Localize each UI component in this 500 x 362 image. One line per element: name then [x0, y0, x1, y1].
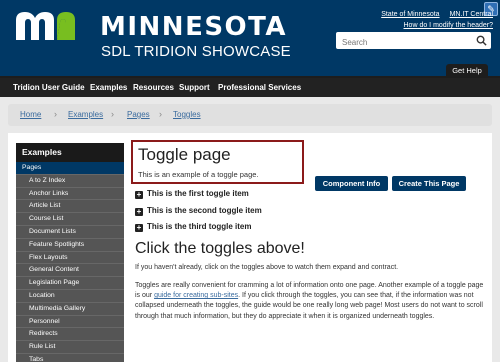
component-info-button[interactable]: Component Info	[315, 176, 388, 191]
toggle-label[interactable]: This is the first toggle item	[147, 189, 249, 198]
main-nav: Tridion User Guide Examples Resources Su…	[0, 78, 500, 97]
section-heading: Click the toggles above!	[135, 240, 305, 257]
sidebar-title[interactable]: Examples	[16, 143, 124, 162]
sidebar-item-location[interactable]: Location	[16, 290, 124, 303]
title-highlight-box: Toggle page This is an example of a togg…	[131, 140, 304, 184]
paragraph: Toggles are really convenient for crammi…	[135, 281, 490, 322]
content-area: Examples Pages A to Z Index Anchor Links…	[8, 133, 492, 362]
breadcrumb: Home › Examples › Pages › Toggles	[8, 104, 492, 126]
sidebar-item-redirects[interactable]: Redirects	[16, 328, 124, 342]
minnesota-logo-mark[interactable]	[14, 10, 96, 42]
toggle-item[interactable]: + This is the third toggle item	[135, 222, 251, 232]
link-state-of-minnesota[interactable]: State of Minnesota	[381, 11, 439, 18]
sidebar-item-general-content[interactable]: General Content	[16, 264, 124, 278]
toggle-label[interactable]: This is the second toggle item	[147, 206, 262, 215]
breadcrumb-home[interactable]: Home	[20, 110, 41, 119]
sidebar-item-tabs[interactable]: Tabs	[16, 354, 124, 362]
toggle-label[interactable]: This is the third toggle item	[147, 222, 251, 231]
page-title: Toggle page	[138, 145, 231, 164]
nav-tridion-user-guide[interactable]: Tridion User Guide	[13, 78, 85, 97]
plus-icon[interactable]: +	[135, 224, 143, 232]
sidebar-item-personnel[interactable]: Personnel	[16, 316, 124, 329]
sidebar-item-course-list[interactable]: Course List	[16, 213, 124, 226]
breadcrumb-pages[interactable]: Pages	[127, 110, 150, 119]
sidebar-item-anchor-links[interactable]: Anchor Links	[16, 188, 124, 201]
breadcrumb-toggles[interactable]: Toggles	[173, 110, 201, 119]
site-header: ✎ MINNESOTA SDL TRIDION SHOWCASE State o…	[0, 0, 500, 77]
nav-professional-services[interactable]: Professional Services	[218, 78, 301, 97]
guide-sub-sites-link[interactable]: guide for creating sub-sites	[154, 292, 238, 299]
search-box	[336, 32, 491, 51]
nav-support[interactable]: Support	[179, 78, 210, 97]
sidebar-item-a-to-z-index[interactable]: A to Z Index	[16, 175, 124, 188]
link-mnit-central[interactable]: MN.IT Central	[450, 11, 493, 18]
nav-examples[interactable]: Examples	[90, 78, 127, 97]
breadcrumb-examples[interactable]: Examples	[68, 110, 103, 119]
sidebar-item-article-list[interactable]: Article List	[16, 200, 124, 214]
nav-resources[interactable]: Resources	[133, 78, 174, 97]
sidebar-item-flex-layouts[interactable]: Flex Layouts	[16, 252, 124, 265]
link-modify-header[interactable]: How do I modify the header?	[404, 22, 494, 29]
create-this-page-button[interactable]: Create This Page	[392, 176, 466, 191]
search-icon[interactable]	[476, 35, 487, 46]
toggle-item[interactable]: + This is the first toggle item	[135, 189, 249, 199]
toggle-item[interactable]: + This is the second toggle item	[135, 206, 262, 216]
sidebar-item-legislation-page[interactable]: Legislation Page	[16, 277, 124, 290]
sidebar: Examples Pages A to Z Index Anchor Links…	[16, 143, 124, 362]
site-subtitle[interactable]: SDL TRIDION SHOWCASE	[101, 43, 291, 60]
paragraph: If you haven't already, click on the tog…	[135, 264, 399, 271]
intro-text: This is an example of a toggle page.	[138, 170, 259, 179]
search-input[interactable]	[336, 34, 466, 51]
chevron-right-icon: ›	[111, 109, 114, 119]
chevron-right-icon: ›	[54, 109, 57, 119]
sidebar-item-rule-list[interactable]: Rule List	[16, 341, 124, 354]
chevron-right-icon: ›	[159, 109, 162, 119]
sidebar-item-multimedia-gallery[interactable]: Multimedia Gallery	[16, 303, 124, 316]
plus-icon[interactable]: +	[135, 208, 143, 216]
brand-name[interactable]: MINNESOTA	[100, 12, 287, 42]
sidebar-item-document-lists[interactable]: Document Lists	[16, 226, 124, 239]
utility-links: State of Minnesota MN.IT Central How do I…	[371, 11, 493, 29]
sidebar-item-pages[interactable]: Pages	[16, 162, 124, 175]
plus-icon[interactable]: +	[135, 191, 143, 199]
sidebar-item-feature-spotlights[interactable]: Feature Spotlights	[16, 239, 124, 252]
